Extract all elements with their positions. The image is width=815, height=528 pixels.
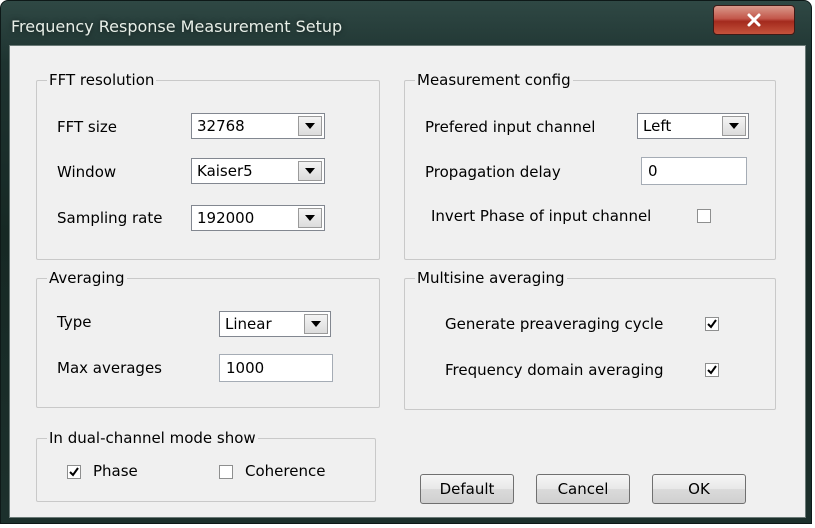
propagation-delay-value: 0 [648,162,658,180]
fft-size-label: FFT size [57,118,118,136]
input-channel-dropdown-arrow[interactable] [722,116,746,136]
sampling-rate-dropdown[interactable]: 192000 [191,205,325,231]
chevron-down-icon [305,215,315,221]
phase-label: Phase [93,462,138,480]
fft-size-value: 32768 [197,117,245,135]
cancel-button[interactable]: Cancel [536,474,630,504]
fft-size-dropdown-arrow[interactable] [298,116,322,136]
close-icon [747,13,761,27]
checkmark-icon [707,365,717,375]
multisine-averaging-group: Multisine averaging Generate preaveragin… [404,269,776,410]
measurement-config-title: Measurement config [415,71,573,89]
averaging-type-dropdown-arrow[interactable] [304,314,328,334]
propagation-delay-label: Propagation delay [425,163,561,181]
dual-channel-group: In dual-channel mode show Phase Coherenc… [36,429,376,502]
fft-size-dropdown[interactable]: 32768 [191,113,325,139]
freq-domain-checkbox[interactable] [705,363,719,377]
averaging-type-dropdown[interactable]: Linear [219,311,331,337]
fft-resolution-title: FFT resolution [47,71,157,89]
dialog-client-area: FFT resolution FFT size 32768 Window Kai… [9,45,806,518]
coherence-checkbox[interactable] [219,465,233,479]
window-dropdown-arrow[interactable] [298,161,322,181]
dual-channel-title: In dual-channel mode show [47,429,258,447]
window-label: Window [57,163,117,181]
checkmark-icon [707,319,717,329]
propagation-delay-input[interactable]: 0 [641,157,747,185]
averaging-group: Averaging Type Linear Max averages 1000 [36,269,380,408]
measurement-config-group: Measurement config Prefered input channe… [404,71,776,260]
coherence-label: Coherence [245,462,326,480]
window-title: Frequency Response Measurement Setup [11,17,343,36]
chevron-down-icon [305,123,315,129]
ok-button[interactable]: OK [652,474,746,504]
close-button[interactable] [713,5,795,35]
preaveraging-label: Generate preaveraging cycle [445,315,664,333]
sampling-rate-dropdown-arrow[interactable] [298,208,322,228]
averaging-type-value: Linear [225,315,272,333]
title-bar[interactable]: Frequency Response Measurement Setup [1,1,813,47]
max-averages-input[interactable]: 1000 [219,354,333,382]
default-button[interactable]: Default [420,474,514,504]
sampling-rate-label: Sampling rate [57,209,163,227]
sampling-rate-value: 192000 [197,209,255,227]
checkmark-icon [69,467,79,477]
fft-resolution-group: FFT resolution FFT size 32768 Window Kai… [36,71,380,260]
averaging-type-label: Type [57,313,92,331]
multisine-averaging-title: Multisine averaging [415,269,567,287]
chevron-down-icon [729,123,739,129]
max-averages-label: Max averages [57,359,162,377]
max-averages-value: 1000 [226,359,265,377]
input-channel-label: Prefered input channel [425,118,596,136]
averaging-title: Averaging [47,269,127,287]
input-channel-dropdown[interactable]: Left [637,113,749,139]
preaveraging-checkbox[interactable] [705,317,719,331]
window-value: Kaiser5 [197,162,253,180]
chevron-down-icon [305,168,315,174]
invert-phase-label: Invert Phase of input channel [431,207,652,225]
freq-domain-label: Frequency domain averaging [445,361,664,379]
dialog-window: Frequency Response Measurement Setup FFT… [0,0,812,524]
chevron-down-icon [311,321,321,327]
input-channel-value: Left [643,117,672,135]
phase-checkbox[interactable] [67,465,81,479]
window-dropdown[interactable]: Kaiser5 [191,158,325,184]
invert-phase-checkbox[interactable] [697,209,711,223]
